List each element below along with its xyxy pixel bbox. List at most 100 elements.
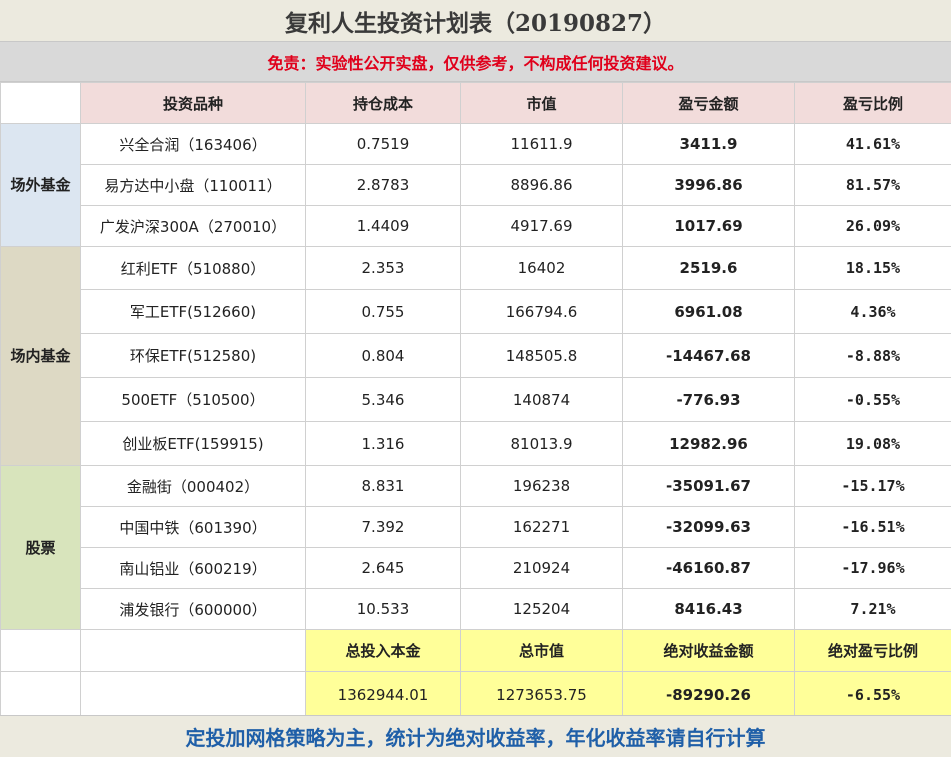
pnl-cell: 12982.96 xyxy=(622,421,795,466)
fund-name: 易方达中小盘（110011） xyxy=(80,164,306,206)
value-cell: 210924 xyxy=(460,547,623,589)
disclaimer: 免责：实验性公开实盘，仅供参考，不构成任何投资建议。 xyxy=(0,42,951,82)
ratio-cell: 41.61% xyxy=(794,123,951,165)
stock-name: 南山铝业（600219） xyxy=(80,547,306,589)
ratio-cell: -17.96% xyxy=(794,547,951,589)
table-row: 500ETF（510500） 5.346 140874 -776.93 -0.5… xyxy=(1,377,951,422)
pnl-cell: -14467.68 xyxy=(622,333,795,378)
pnl-cell: 3996.86 xyxy=(622,164,795,206)
value-cell: 125204 xyxy=(460,588,623,630)
ratio-cell: 7.21% xyxy=(794,588,951,630)
empty-cell xyxy=(0,671,81,718)
ratio-cell: -15.17% xyxy=(794,465,951,507)
summary-header-total-value: 总市值 xyxy=(460,629,623,672)
cost-cell: 2.8783 xyxy=(305,164,461,206)
value-cell: 4917.69 xyxy=(460,205,623,247)
table-row: 创业板ETF(159915) 1.316 81013.9 12982.96 19… xyxy=(1,421,951,466)
fund-name: 红利ETF（510880） xyxy=(80,246,306,290)
fund-name: 兴全合润（163406） xyxy=(80,123,306,165)
pnl-cell: 2519.6 xyxy=(622,246,795,290)
table-row: 环保ETF(512580) 0.804 148505.8 -14467.68 -… xyxy=(1,333,951,378)
ratio-cell: -8.88% xyxy=(794,333,951,378)
category-otc-funds: 场外基金 xyxy=(0,123,81,247)
fund-name: 军工ETF(512660) xyxy=(80,289,306,334)
ratio-cell: 81.57% xyxy=(794,164,951,206)
table-row: 易方达中小盘（110011） 2.8783 8896.86 3996.86 81… xyxy=(1,164,951,206)
ratio-cell: 18.15% xyxy=(794,246,951,290)
cost-cell: 10.533 xyxy=(305,588,461,630)
pnl-cell: -46160.87 xyxy=(622,547,795,589)
stock-name: 金融街（000402） xyxy=(80,465,306,507)
cost-cell: 0.755 xyxy=(305,289,461,334)
table-row: 军工ETF(512660) 0.755 166794.6 6961.08 4.3… xyxy=(1,289,951,334)
pnl-cell: 1017.69 xyxy=(622,205,795,247)
table-row: 场内基金 红利ETF（510880） 2.353 16402 2519.6 18… xyxy=(0,246,951,466)
cost-cell: 1.4409 xyxy=(305,205,461,247)
table-row: 中国中铁（601390） 7.392 162271 -32099.63 -16.… xyxy=(1,506,951,548)
pnl-cell: -776.93 xyxy=(622,377,795,422)
stock-name: 中国中铁（601390） xyxy=(80,506,306,548)
category-stocks: 股票 xyxy=(0,465,81,630)
holdings-table: 投资品种 持仓成本 市值 盈亏金额 盈亏比例 场外基金 兴全合润（163406）… xyxy=(0,82,951,718)
summary-header-abs-return: 绝对收益金额 xyxy=(622,629,795,672)
summary-abs-ratio: -6.55% xyxy=(794,671,951,718)
value-cell: 162271 xyxy=(460,506,623,548)
col-header-ratio: 盈亏比例 xyxy=(794,82,951,124)
value-cell: 81013.9 xyxy=(460,421,623,466)
ratio-cell: 4.36% xyxy=(794,289,951,334)
table-row: 广发沪深300A（270010） 1.4409 4917.69 1017.69 … xyxy=(1,205,951,247)
value-cell: 166794.6 xyxy=(460,289,623,334)
summary-header-principal: 总投入本金 xyxy=(305,629,461,672)
fund-name: 创业板ETF(159915) xyxy=(80,421,306,466)
value-cell: 196238 xyxy=(460,465,623,507)
table-row: 场外基金 兴全合润（163406） 0.7519 11611.9 3411.9 … xyxy=(0,123,951,247)
pnl-cell: 8416.43 xyxy=(622,588,795,630)
summary-value-row: 1362944.01 1273653.75 -89290.26 -6.55% xyxy=(0,671,951,718)
summary-abs-return: -89290.26 xyxy=(622,671,795,718)
table-row: 浦发银行（600000） 10.533 125204 8416.43 7.21% xyxy=(1,588,951,630)
stock-name: 浦发银行（600000） xyxy=(80,588,306,630)
cost-cell: 7.392 xyxy=(305,506,461,548)
summary-principal: 1362944.01 xyxy=(305,671,461,718)
col-header-value: 市值 xyxy=(460,82,623,124)
summary-header-abs-ratio: 绝对盈亏比例 xyxy=(794,629,951,672)
ratio-cell: 26.09% xyxy=(794,205,951,247)
ratio-cell: -0.55% xyxy=(794,377,951,422)
value-cell: 16402 xyxy=(460,246,623,290)
summary-header-row: 总投入本金 总市值 绝对收益金额 绝对盈亏比例 xyxy=(0,629,951,672)
empty-cell xyxy=(80,671,306,718)
table-row: 股票 金融街（000402） 8.831 196238 -35091.67 -1… xyxy=(0,465,951,630)
strategy-note: 定投加网格策略为主，统计为绝对收益率，年化收益率请自行计算 xyxy=(0,715,951,757)
cost-cell: 2.645 xyxy=(305,547,461,589)
value-cell: 8896.86 xyxy=(460,164,623,206)
empty-cell xyxy=(0,629,81,672)
cost-cell: 2.353 xyxy=(305,246,461,290)
pnl-cell: 3411.9 xyxy=(622,123,795,165)
sheet-title: 复利人生投资计划表（20190827） xyxy=(0,0,951,42)
fund-name: 500ETF（510500） xyxy=(80,377,306,422)
col-header-pnl: 盈亏金额 xyxy=(622,82,795,124)
category-exchange-funds: 场内基金 xyxy=(0,246,81,466)
spreadsheet: 复利人生投资计划表（20190827） 免责：实验性公开实盘，仅供参考，不构成任… xyxy=(0,0,951,757)
ratio-cell: 19.08% xyxy=(794,421,951,466)
pnl-cell: -35091.67 xyxy=(622,465,795,507)
cost-cell: 1.316 xyxy=(305,421,461,466)
cost-cell: 0.804 xyxy=(305,333,461,378)
value-cell: 11611.9 xyxy=(460,123,623,165)
col-header-name: 投资品种 xyxy=(80,82,306,124)
summary-total-value: 1273653.75 xyxy=(460,671,623,718)
col-header-cost: 持仓成本 xyxy=(305,82,461,124)
cost-cell: 8.831 xyxy=(305,465,461,507)
table-row: 南山铝业（600219） 2.645 210924 -46160.87 -17.… xyxy=(1,547,951,589)
pnl-cell: -32099.63 xyxy=(622,506,795,548)
cost-cell: 0.7519 xyxy=(305,123,461,165)
fund-name: 广发沪深300A（270010） xyxy=(80,205,306,247)
fund-name: 环保ETF(512580) xyxy=(80,333,306,378)
value-cell: 148505.8 xyxy=(460,333,623,378)
corner-cell xyxy=(0,82,81,124)
pnl-cell: 6961.08 xyxy=(622,289,795,334)
value-cell: 140874 xyxy=(460,377,623,422)
ratio-cell: -16.51% xyxy=(794,506,951,548)
cost-cell: 5.346 xyxy=(305,377,461,422)
empty-cell xyxy=(80,629,306,672)
